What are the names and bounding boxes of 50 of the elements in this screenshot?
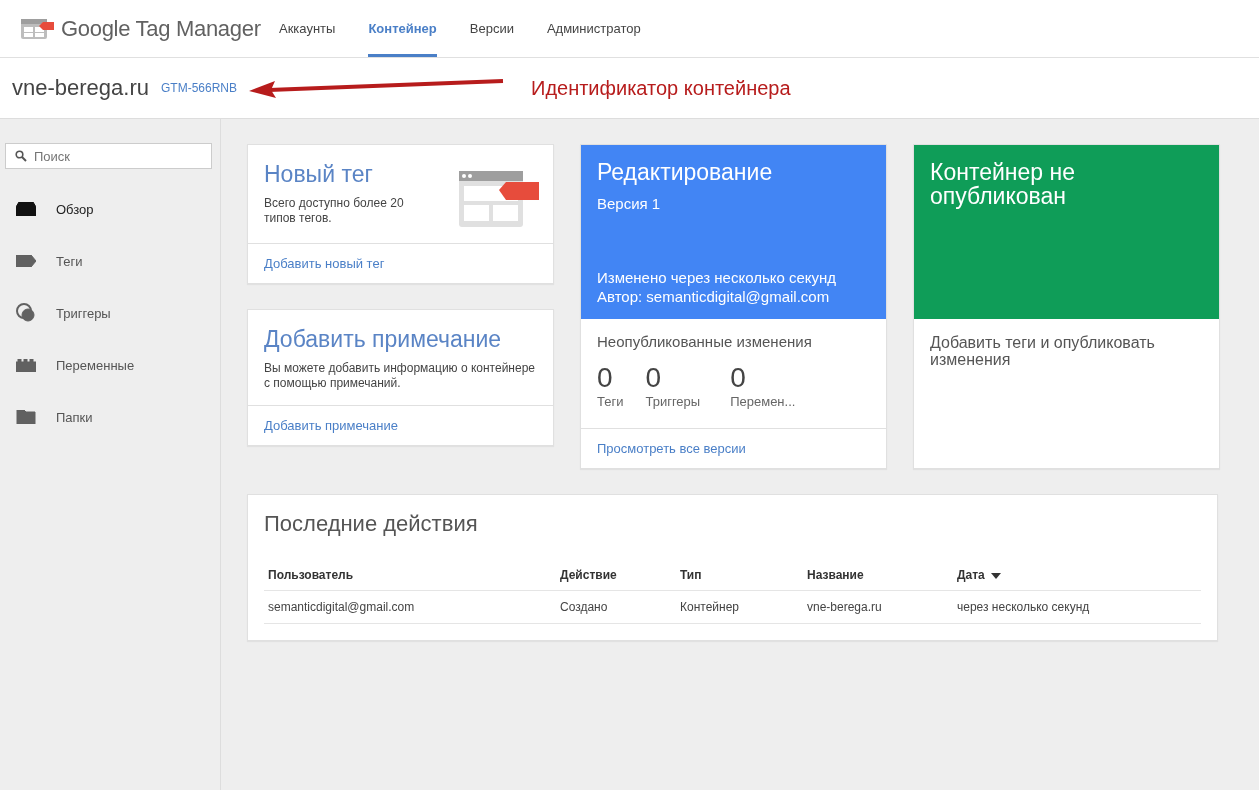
publish-title: Контейнер не опубликован	[930, 160, 1076, 208]
blocks-icon	[16, 358, 36, 372]
tray-icon	[16, 202, 36, 216]
stat-label: Триггеры	[645, 394, 701, 409]
table-cell: Создано	[556, 590, 676, 624]
sidebar-item[interactable]: Переменные	[5, 339, 212, 391]
stat-label: Теги	[597, 394, 624, 409]
nav-tab[interactable]: Версии	[469, 0, 514, 57]
workspace-title: Редактирование	[597, 160, 774, 184]
card-title: Новый тег	[264, 161, 374, 188]
publish-description: Добавить теги и опубликовать изменения	[929, 333, 1156, 370]
version-label: Версия 1	[597, 195, 662, 212]
sidebar-item[interactable]: Обзор	[5, 183, 212, 235]
table-cell: Контейнер	[676, 590, 803, 624]
column-header[interactable]: Действие	[556, 560, 676, 591]
nav-tab[interactable]: Администратор	[546, 0, 641, 57]
table-cell: vne-berega.ru	[803, 590, 953, 624]
nav-tab[interactable]: Аккаунты	[279, 0, 336, 57]
add-note-link[interactable]: Добавить примечание	[248, 405, 553, 445]
table-cell: через несколько секунд	[953, 590, 1201, 624]
column-header[interactable]: Тип	[676, 560, 803, 591]
card-description: Всего доступно более 20 типов тегов.	[264, 196, 405, 226]
card-title: Добавить примечание	[264, 326, 503, 353]
folder-icon	[16, 410, 36, 424]
stat-label: Перемен...	[730, 394, 796, 409]
tag-icon	[16, 255, 36, 267]
changes-title: Неопубликованные изменения	[597, 333, 813, 350]
stat-value: 0	[645, 362, 663, 394]
tag-manager-logo-icon	[21, 16, 55, 41]
annotation-label: Идентификатор контейнера	[531, 76, 791, 100]
stat-value: 0	[597, 362, 614, 394]
sidebar-item[interactable]: Теги	[5, 235, 212, 287]
column-header[interactable]: Название	[803, 560, 953, 591]
table-cell: semanticdigital@gmail.com	[264, 590, 556, 624]
container-name: vne-berega.ru	[12, 75, 149, 101]
add-tag-link[interactable]: Добавить новый тег	[248, 243, 553, 283]
column-header[interactable]: Пользователь	[264, 560, 556, 591]
card-description: Вы можете добавить информацию о контейнере с помощью примечаний.	[264, 361, 536, 391]
product-name: Google Tag Manager	[61, 15, 261, 42]
container-id-link[interactable]: GTM-566RNB	[161, 81, 237, 95]
sidebar-item[interactable]: Папки	[5, 391, 212, 443]
activity-title: Последние действия	[264, 511, 479, 537]
sidebar-item[interactable]: Триггеры	[5, 287, 212, 339]
column-header[interactable]: Дата	[953, 560, 1201, 591]
modified-text: Изменено через несколько секунд	[597, 268, 838, 287]
search-field[interactable]: Поиск	[5, 143, 212, 169]
circles-icon	[16, 303, 36, 323]
stat-value: 0	[730, 362, 747, 394]
view-versions-link[interactable]: Просмотреть все версии	[581, 428, 886, 468]
author-text: Автор: semanticdigital@gmail.com	[597, 287, 831, 306]
